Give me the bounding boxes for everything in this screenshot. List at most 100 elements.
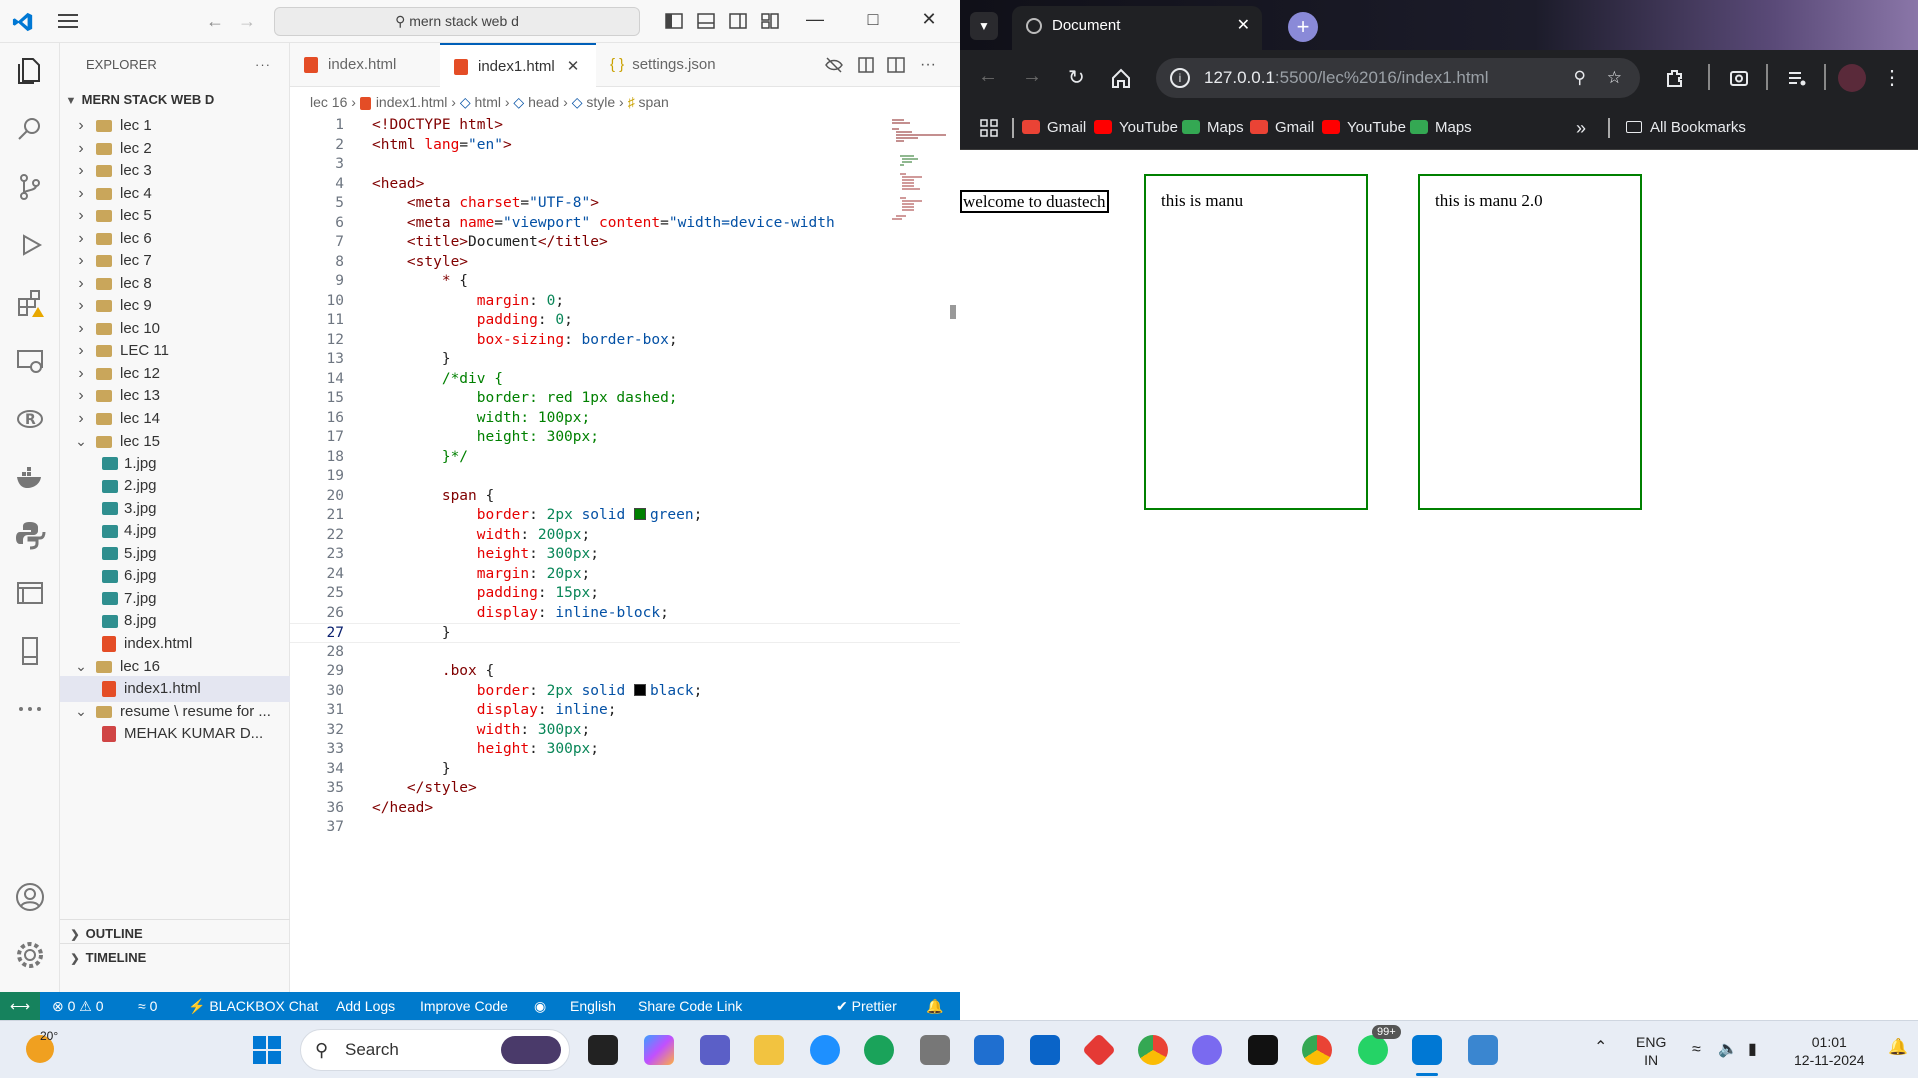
edge-icon[interactable] — [864, 1035, 894, 1065]
tree-file[interactable]: MEHAK KUMAR D... — [60, 721, 290, 747]
prettier-button[interactable]: ✔ Prettier — [836, 992, 897, 1020]
tab-settings-json[interactable]: { } settings.json — [596, 43, 746, 87]
command-center-search[interactable]: ⚲ mern stack web d — [274, 7, 640, 36]
bookmark-youtube[interactable]: YouTube — [1322, 106, 1406, 150]
remote-explorer-icon[interactable] — [14, 345, 46, 377]
bookmark-star-icon[interactable]: ☆ — [1607, 58, 1622, 98]
customize-layout-icon[interactable] — [760, 11, 780, 31]
notifications-bell-icon[interactable]: 🔔 — [926, 992, 943, 1020]
back-arrow-icon[interactable]: ← — [978, 65, 998, 88]
chrome-icon[interactable] — [1138, 1035, 1168, 1065]
toggle-sidebar-icon[interactable] — [664, 11, 684, 31]
minimap[interactable] — [890, 116, 948, 236]
address-bar[interactable]: i 127.0.0.1:5500/lec%2016/index1.html ⚲ … — [1156, 58, 1640, 98]
home-icon[interactable] — [1110, 67, 1132, 89]
add-logs-button[interactable]: Add Logs — [336, 992, 395, 1020]
tab-index1-html[interactable]: index1.html ✕ — [440, 43, 596, 87]
breadcrumb-item[interactable]: style — [586, 94, 615, 110]
close-tab-icon[interactable]: ✕ — [1237, 6, 1250, 46]
tab-search-chevron-icon[interactable]: ▼ — [970, 12, 998, 40]
clock[interactable]: 01:01 12-11-2024 — [1794, 1033, 1865, 1069]
chrome-profile-icon[interactable] — [1302, 1035, 1332, 1065]
root-folder[interactable]: ▼ MERN STACK WEB D — [60, 87, 290, 113]
breadcrumb-item[interactable]: html — [475, 94, 501, 110]
run-debug-icon[interactable] — [14, 229, 46, 261]
menu-icon[interactable] — [58, 14, 78, 28]
browser-tab[interactable]: Document ✕ — [1012, 6, 1262, 50]
new-tab-plus-icon[interactable]: + — [1288, 12, 1318, 42]
screenshot-lens-icon[interactable] — [1728, 67, 1750, 89]
tab-index-html[interactable]: index.html — [290, 43, 440, 87]
toggle-secondary-sidebar-icon[interactable] — [728, 11, 748, 31]
wifi-icon[interactable]: ≈ — [1692, 1041, 1701, 1059]
language-button[interactable]: English — [570, 992, 616, 1020]
maximize-icon[interactable]: □ — [858, 9, 888, 30]
split-editor-icon[interactable] — [886, 55, 906, 75]
app-icon[interactable] — [810, 1035, 840, 1065]
vscode-taskbar-icon[interactable] — [1412, 1035, 1442, 1065]
notification-bell-icon[interactable]: 🔔 — [1888, 1039, 1908, 1057]
store-icon[interactable] — [974, 1035, 1004, 1065]
info-icon[interactable]: i — [1170, 68, 1190, 88]
color-swatch-icon[interactable] — [633, 683, 646, 696]
python-icon[interactable] — [14, 519, 46, 551]
bookmark-gmail[interactable]: Gmail — [1250, 106, 1314, 150]
apps-grid-icon[interactable] — [980, 119, 998, 137]
timeline-section[interactable]: ❯ TIMELINE — [60, 943, 290, 971]
task-view-icon[interactable] — [588, 1035, 618, 1065]
language-indicator[interactable]: ENG IN — [1636, 1033, 1666, 1069]
problems-indicator[interactable]: ⊗ 0 ⚠ 0 — [52, 992, 104, 1020]
snipping-tool-icon[interactable] — [1468, 1035, 1498, 1065]
blackbox-chat-button[interactable]: ⚡ BLACKBOX Chat — [188, 992, 318, 1020]
forward-arrow-icon[interactable]: → — [238, 11, 256, 32]
copilot-icon[interactable]: R — [14, 403, 46, 435]
code-editor[interactable]: 1 <!DOCTYPE html> 2 <html lang="en"> 3 4 <head… — [290, 116, 960, 992]
eye-icon[interactable]: ◉ — [534, 992, 546, 1020]
profile-avatar[interactable] — [1838, 64, 1866, 92]
close-icon[interactable]: ✕ — [914, 9, 944, 30]
toggle-panel-icon[interactable] — [696, 11, 716, 31]
mobile-preview-icon[interactable] — [14, 635, 46, 667]
more-views-icon[interactable] — [14, 693, 46, 725]
browser-preview-icon[interactable] — [14, 577, 46, 609]
taskbar-search[interactable]: ⚲ Search — [300, 1029, 570, 1071]
extensions-icon[interactable] — [14, 287, 46, 319]
accounts-icon[interactable] — [14, 881, 46, 913]
settings-gear-icon[interactable] — [14, 939, 46, 971]
volume-icon[interactable]: 🔈 — [1718, 1041, 1738, 1059]
app-diamond-icon[interactable] — [1082, 1033, 1116, 1067]
breadcrumb-item[interactable]: span — [638, 94, 668, 110]
windows-start-icon[interactable] — [252, 1035, 282, 1065]
improve-code-button[interactable]: Improve Code — [420, 992, 508, 1020]
source-control-icon[interactable] — [14, 171, 46, 203]
search-icon[interactable] — [14, 113, 46, 145]
color-swatch-icon[interactable] — [633, 508, 646, 520]
outlook-icon[interactable] — [1030, 1035, 1060, 1065]
breadcrumb-item[interactable]: head — [528, 94, 559, 110]
docker-icon[interactable] — [14, 461, 46, 493]
scrollbar-thumb[interactable] — [950, 305, 956, 319]
more-bookmarks-chevron-icon[interactable]: » — [1576, 106, 1586, 150]
chevron-up-icon[interactable]: ⌃ — [1594, 1039, 1607, 1057]
editor-more-icon[interactable]: ··· — [920, 43, 936, 87]
back-arrow-icon[interactable]: ← — [206, 11, 224, 32]
whatsapp-icon[interactable] — [1358, 1035, 1388, 1065]
open-changes-icon[interactable] — [856, 55, 876, 75]
bookmark-maps[interactable]: Maps — [1410, 106, 1472, 150]
bookmark-gmail[interactable]: Gmail — [1022, 106, 1086, 150]
extensions-puzzle-icon[interactable] — [1664, 67, 1686, 89]
minimize-icon[interactable]: — — [800, 9, 830, 30]
zoom-icon[interactable]: ⚲ — [1574, 58, 1586, 98]
explorer-icon[interactable] — [14, 55, 46, 87]
media-controls-icon[interactable] — [1786, 67, 1808, 89]
bookmark-maps[interactable]: Maps — [1182, 106, 1244, 150]
affinity-icon[interactable] — [1248, 1035, 1278, 1065]
reload-icon[interactable]: ↻ — [1068, 65, 1085, 90]
breadcrumb-item[interactable]: index1.html — [376, 94, 448, 110]
teams-icon[interactable] — [700, 1035, 730, 1065]
remote-indicator-icon[interactable]: ⟷ — [0, 992, 40, 1020]
forward-arrow-icon[interactable]: → — [1022, 65, 1042, 88]
all-bookmarks-folder[interactable]: All Bookmarks — [1626, 106, 1746, 150]
pen-tool-icon[interactable] — [920, 1035, 950, 1065]
battery-icon[interactable]: ▮ — [1748, 1041, 1757, 1059]
